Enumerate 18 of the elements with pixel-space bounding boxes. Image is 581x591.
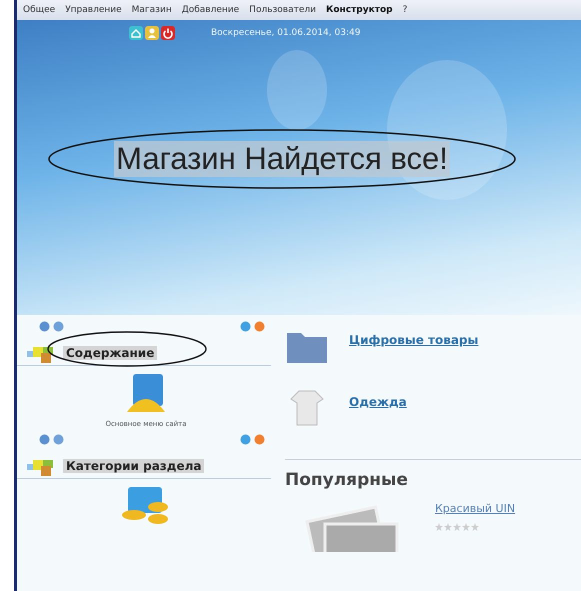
menu-item[interactable]: ? xyxy=(402,5,408,15)
menu-item[interactable]: Конструктор xyxy=(326,5,393,15)
section-title: Категории раздела xyxy=(63,459,204,473)
category-link[interactable]: Цифровые товары xyxy=(349,333,478,347)
menu-item[interactable]: Управление xyxy=(65,5,122,15)
section-title: Содержание xyxy=(63,346,158,360)
menu-item[interactable]: Магазин xyxy=(132,5,172,15)
home-icon[interactable] xyxy=(129,26,143,40)
product-link[interactable]: Красивый UIN xyxy=(435,502,516,515)
site-title: Магазин Найдется все! xyxy=(114,141,450,177)
power-icon[interactable] xyxy=(161,26,175,40)
category-link[interactable]: Одежда xyxy=(349,395,407,409)
date-text: Воскресенье, 01.06.2014, 03:49 xyxy=(211,28,360,38)
section-heading: Популярные xyxy=(285,459,581,490)
menu-item[interactable]: Общее xyxy=(23,5,56,15)
menu-item[interactable]: Пользователи xyxy=(249,5,316,15)
user-icon[interactable] xyxy=(145,26,159,40)
menu-item[interactable]: Добавление xyxy=(182,5,240,15)
